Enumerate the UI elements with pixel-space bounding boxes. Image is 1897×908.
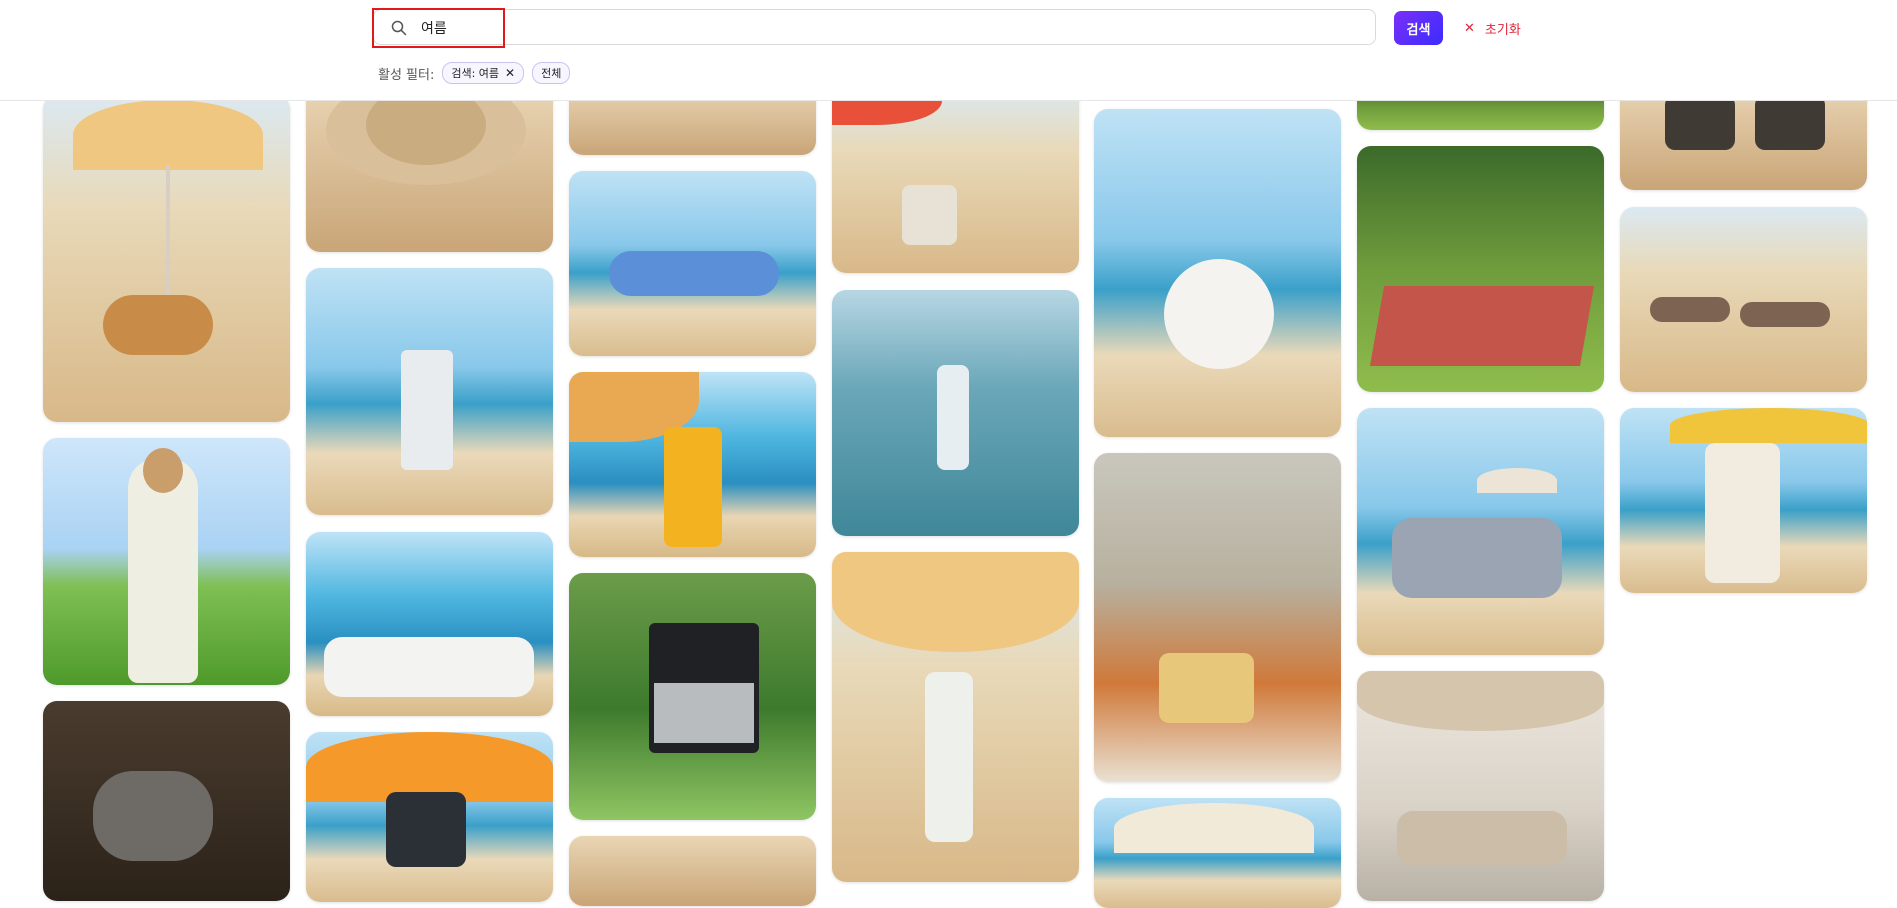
- filter-chip-label: 검색: 여름: [451, 67, 500, 80]
- filter-chip-search[interactable]: 검색: 여름 ✕: [442, 62, 525, 84]
- image-card[interactable]: [306, 268, 553, 515]
- search-input[interactable]: [419, 14, 1323, 42]
- image-card[interactable]: [832, 290, 1079, 536]
- image-card[interactable]: [43, 701, 290, 901]
- image-card[interactable]: [1357, 408, 1604, 655]
- search-button[interactable]: 검색: [1394, 11, 1443, 45]
- reset-label: 초기화: [1484, 22, 1521, 38]
- image-card[interactable]: [832, 85, 1079, 273]
- active-filters: 활성 필터: 검색: 여름 ✕ 전체: [378, 62, 571, 84]
- image-card[interactable]: [569, 573, 816, 820]
- image-card[interactable]: [1094, 453, 1341, 782]
- image-card[interactable]: [1357, 146, 1604, 392]
- close-icon[interactable]: ✕: [505, 66, 515, 80]
- image-card[interactable]: [43, 95, 290, 422]
- search-icon: [391, 20, 407, 36]
- search-box[interactable]: [373, 9, 1376, 45]
- close-icon: ✕: [1464, 20, 1475, 36]
- image-card[interactable]: [1357, 671, 1604, 901]
- image-card[interactable]: [1620, 408, 1867, 593]
- image-card[interactable]: [1620, 207, 1867, 392]
- active-filters-label: 활성 필터:: [378, 67, 435, 83]
- image-card[interactable]: [569, 372, 816, 557]
- image-card[interactable]: [569, 836, 816, 906]
- filter-chip-label: 전체: [541, 67, 562, 80]
- search-header: 검색 ✕ 초기화 활성 필터: 검색: 여름 ✕ 전체: [0, 0, 1897, 101]
- image-card[interactable]: [569, 171, 816, 356]
- image-card[interactable]: [1094, 109, 1341, 437]
- reset-button[interactable]: ✕ 초기화: [1458, 17, 1527, 39]
- image-card[interactable]: [306, 85, 553, 252]
- filter-chip-all[interactable]: 전체: [532, 62, 571, 84]
- image-card[interactable]: [306, 532, 553, 716]
- image-card[interactable]: [832, 552, 1079, 882]
- image-card[interactable]: [306, 732, 553, 902]
- image-card[interactable]: [43, 438, 290, 685]
